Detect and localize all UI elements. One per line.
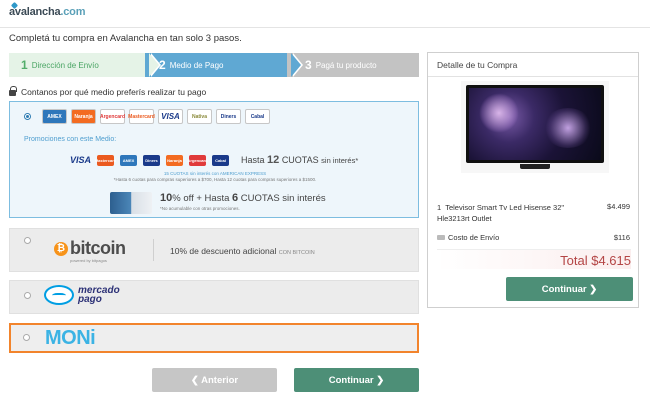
product-line: 1 Televisor Smart Tv Led Hisense 32" Hle…: [437, 202, 587, 224]
checkout-steps: 1 Dirección de Envío 2 Medio de Pago 3 P…: [9, 53, 419, 77]
tv-stand: [520, 164, 550, 169]
summary-continue-button[interactable]: Continuar ❯: [506, 277, 633, 301]
step-shipping[interactable]: 1 Dirección de Envío: [9, 53, 149, 77]
step-label: Medio de Pago: [169, 60, 224, 70]
mercadopago-logo-text: mercado pago: [78, 286, 120, 305]
shipping-label: Costo de Envío: [448, 233, 500, 242]
promo-title: Promociones con este Medio:: [24, 136, 117, 143]
payment-question-text: Contanos por qué medio preferís realizar…: [21, 87, 207, 97]
shipping-price: $116: [613, 233, 630, 242]
moni-radio[interactable]: [23, 334, 30, 341]
step-payment-method: 2 Medio de Pago: [145, 53, 291, 77]
cuotas-word: CUOTAS: [281, 155, 319, 165]
page-headline: Completá tu compra en Avalancha en tan s…: [9, 33, 242, 44]
discount-promo-text: 10% off + Hasta 6 CUOTAS sin interés *No…: [160, 191, 326, 214]
cuotas-mark: *: [355, 156, 359, 165]
bitcoin-icon: ₿: [54, 241, 68, 256]
step-pay-product: 3 Pagá tu producto: [287, 53, 419, 77]
argencard-card-icon: Argencard: [100, 109, 125, 124]
moni-logo: MONi: [45, 327, 96, 349]
mercadopago-line2: pago: [78, 294, 102, 305]
payment-option-card[interactable]: AMEX Naranja Argencard Mastercard VISA N…: [9, 101, 419, 218]
bitcoin-logo-text: bitcoin: [70, 238, 126, 258]
visa-card-icon: VISA: [158, 109, 183, 124]
visa-icon: VISA: [70, 155, 92, 165]
payment-question: Contanos por qué medio preferís realizar…: [9, 86, 207, 97]
shipping-line: Costo de Envío: [437, 233, 499, 242]
cabal-card-icon: Cabal: [245, 109, 270, 124]
payment-option-moni[interactable]: MONi: [9, 323, 419, 353]
payment-option-bitcoin[interactable]: ₿ bitcoin powered by bitpagos 10% de des…: [9, 228, 419, 272]
discount-label: % off + Hasta: [172, 192, 230, 204]
order-total: Total $4.615: [437, 249, 631, 269]
cuotas-legal-note: *Hasta 6 cuotas para compras superiores …: [113, 177, 317, 182]
cuotas-promo: Hasta 12 CUOTAS sin interés*: [241, 154, 358, 166]
mastercard-icon: Mastercard: [95, 154, 116, 166]
discount-note: *No acumulable con otras promociones.: [160, 205, 240, 211]
product-qty: 1: [437, 203, 442, 212]
logo-suffix: .com: [60, 6, 86, 18]
truck-icon: [437, 235, 445, 240]
amex-card-icon: AMEX: [42, 109, 67, 124]
promo-card-image: [110, 192, 152, 214]
discount-promo: 10% off + Hasta 6 CUOTAS sin interés *No…: [110, 192, 326, 214]
diners-card-icon: Diners: [216, 109, 241, 124]
step-label: Pagá tu producto: [315, 60, 377, 70]
mastercard-card-icon: Mastercard: [128, 109, 155, 124]
cuotas-prefix: Hasta: [241, 155, 265, 165]
order-summary: Detalle de tu Compra 1 Televisor Smart T…: [427, 52, 639, 308]
argencard-icon: Argencard: [188, 154, 208, 166]
summary-title: Detalle de tu Compra: [437, 60, 518, 70]
step-arrow: [149, 53, 159, 77]
discount-percent: 10: [160, 191, 173, 204]
step-number: 1: [21, 58, 28, 72]
amex-promo-note: 15 CUOTAS sin interés con AMERICAN EXPRE…: [163, 171, 267, 176]
card-radio[interactable]: [24, 113, 31, 120]
nativa-card-icon: Nativa: [187, 109, 212, 124]
previous-button[interactable]: ❮ Anterior: [152, 368, 277, 392]
cuotas-number: 12: [267, 154, 280, 166]
summary-divider: [428, 76, 638, 77]
bitcoin-discount-text: 10% de descuento adicional: [170, 246, 277, 256]
mercadopago-logo: mercado pago: [44, 285, 120, 305]
mercadopago-radio[interactable]: [24, 292, 31, 299]
continue-button[interactable]: Continuar ❯: [294, 368, 419, 392]
card-logos: AMEX Naranja Argencard Mastercard VISA N…: [42, 109, 270, 124]
discount-cuotas-number: 6: [232, 191, 239, 204]
avalancha-logo[interactable]: avalancha.com: [9, 1, 86, 18]
payment-option-mercadopago[interactable]: mercado pago: [9, 280, 419, 314]
tv-icon: [466, 85, 604, 163]
bitcoin-discount-small: CON BITCOIN: [278, 250, 315, 256]
discount-cuotas-label: CUOTAS sin interés: [240, 192, 326, 204]
amex-icon: AMEX: [120, 154, 138, 166]
handshake-icon: [44, 285, 74, 305]
diners-icon: Diners: [143, 154, 161, 166]
logo-text: avalancha: [9, 6, 61, 18]
bitcoin-powered-by: powered by bitpagos: [70, 258, 107, 263]
product-price: $4.499: [607, 202, 630, 211]
bitcoin-radio[interactable]: [24, 237, 31, 244]
product-name: Televisor Smart Tv Led Hisense 32" Hle32…: [437, 203, 565, 223]
header-divider: [0, 27, 650, 28]
cuotas-note: sin interés: [321, 156, 356, 165]
step-number: 3: [305, 58, 312, 72]
naranja-icon: Naranja: [166, 154, 184, 166]
product-image: [461, 81, 609, 173]
promo-row: VISA Mastercard AMEX Diners Naranja Arge…: [70, 154, 358, 166]
tv-screen: [469, 88, 601, 160]
step-arrow: [291, 53, 301, 77]
lock-icon: [9, 86, 17, 96]
bitcoin-divider: [153, 239, 154, 261]
step-label: Dirección de Envío: [31, 60, 99, 70]
bitcoin-discount: 10% de descuento adicional CON BITCOIN: [170, 246, 315, 256]
bitcoin-logo: ₿ bitcoin: [54, 238, 126, 259]
naranja-card-icon: Naranja: [71, 109, 96, 124]
cabal-icon: Cabal: [212, 154, 230, 166]
